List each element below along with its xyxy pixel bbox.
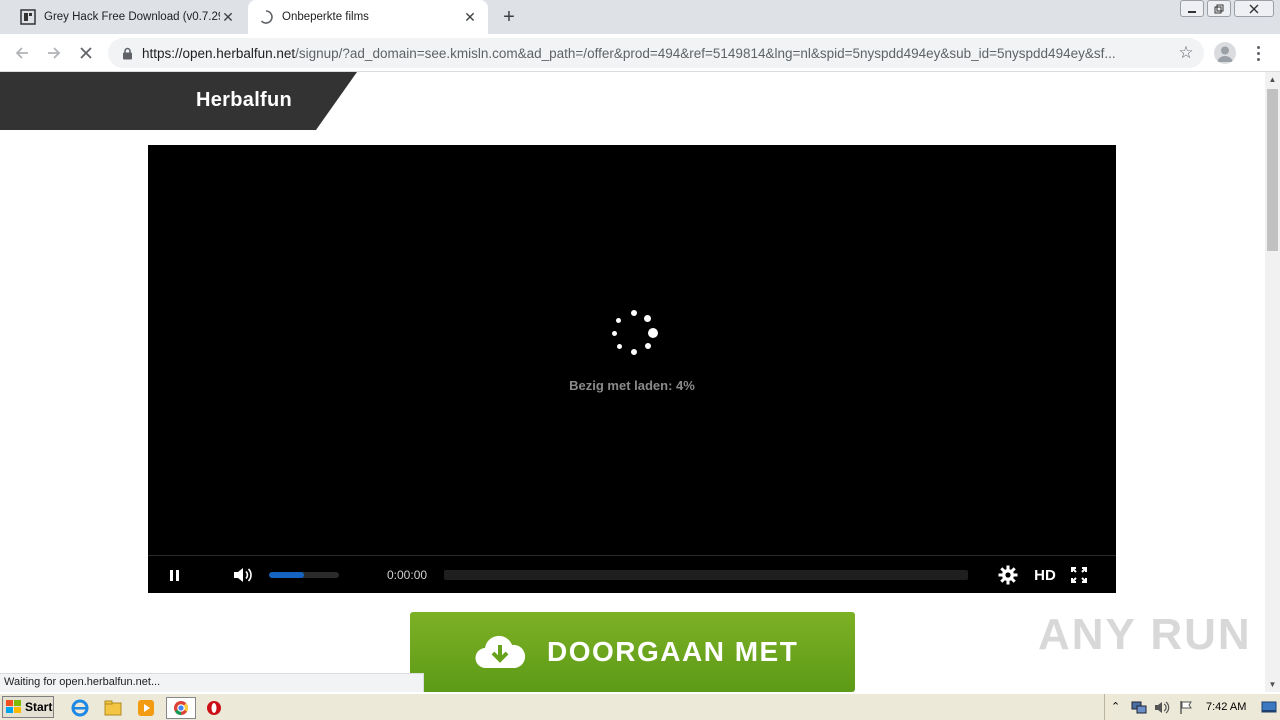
brand-logo-text[interactable]: Herbalfun [196, 89, 292, 112]
page-content: Herbalfun Bezig met laden: 4% 0:00:00 HD [0, 72, 1265, 692]
scroll-up-arrow-icon[interactable]: ▲ [1265, 72, 1280, 87]
status-bubble: Waiting for open.herbalfun.net... [0, 673, 424, 692]
stop-loading-icon[interactable] [74, 41, 98, 65]
browser-toolbar: https://open.herbalfun.net/signup/?ad_do… [0, 34, 1280, 72]
new-tab-button[interactable]: + [498, 6, 520, 28]
browser-menu-icon[interactable] [1250, 42, 1266, 64]
window-controls [1177, 0, 1280, 20]
seek-bar[interactable] [444, 570, 968, 580]
scroll-down-arrow-icon[interactable]: ▼ [1265, 677, 1280, 692]
start-button[interactable]: Start [2, 696, 54, 718]
windows-taskbar: Start ⌃ 7:42 AM [0, 693, 1280, 720]
windows-logo-icon [6, 700, 22, 714]
tab-grey-hack[interactable]: Grey Hack Free Download (v0.7.290 ✕ [10, 0, 246, 34]
url-host: https://open.herbalfun.net [142, 45, 296, 61]
tab-onbeperkte-films[interactable]: Onbeperkte films ✕ [248, 0, 488, 34]
loading-status-text: Bezig met laden: 4% [569, 378, 695, 393]
taskbar-clock: 7:42 AM [1206, 701, 1247, 713]
file-explorer-icon[interactable] [103, 698, 123, 718]
close-window-button[interactable] [1234, 0, 1274, 17]
video-player[interactable]: Bezig met laden: 4% 0:00:00 HD [148, 145, 1116, 593]
scrollbar-thumb[interactable] [1267, 89, 1278, 251]
minimize-button[interactable] [1180, 0, 1204, 17]
start-label: Start [25, 700, 53, 714]
vertical-scrollbar[interactable]: ▲ ▼ [1265, 72, 1280, 692]
playback-time: 0:00:00 [387, 568, 428, 582]
pause-icon[interactable] [166, 567, 182, 583]
network-icon[interactable] [1131, 700, 1147, 718]
chrome-taskbar-button[interactable] [166, 697, 196, 719]
profile-avatar-icon[interactable] [1214, 42, 1236, 64]
volume-level [269, 572, 304, 578]
site-favicon-icon [20, 9, 36, 25]
internet-explorer-icon[interactable] [70, 698, 90, 718]
address-bar[interactable]: https://open.herbalfun.net/signup/?ad_do… [108, 38, 1204, 68]
continue-button-label: DOORGAAN MET [547, 636, 799, 667]
bookmark-star-icon[interactable]: ☆ [1176, 43, 1196, 63]
volume-slider[interactable] [269, 572, 339, 578]
tab-close-icon[interactable]: ✕ [462, 9, 478, 25]
tab-title: Onbeperkte films [282, 11, 369, 23]
tray-expand-icon[interactable]: ⌃ [1111, 700, 1120, 713]
hd-quality-button[interactable]: HD [1030, 565, 1060, 585]
lock-icon [120, 46, 134, 60]
restore-button[interactable] [1207, 0, 1231, 17]
loading-spinner-icon [258, 9, 274, 25]
settings-gear-icon[interactable] [997, 564, 1019, 586]
url-path: /signup/?ad_domain=see.kmisln.com&ad_pat… [295, 45, 1116, 61]
action-center-flag-icon[interactable] [1179, 700, 1193, 718]
fullscreen-icon[interactable] [1069, 565, 1089, 585]
show-desktop-icon[interactable] [1261, 701, 1277, 717]
continue-button[interactable]: DOORGAAN MET [410, 612, 855, 692]
anyrun-watermark: ANY RUN [1038, 610, 1252, 660]
watermark-text: ANY RUN [1038, 610, 1252, 659]
url-text: https://open.herbalfun.net/signup/?ad_do… [142, 46, 1172, 61]
volume-tray-icon[interactable] [1154, 700, 1170, 718]
tab-strip: Grey Hack Free Download (v0.7.290 ✕ Onbe… [0, 0, 1280, 34]
system-tray: ⌃ [1104, 694, 1280, 720]
player-controls: 0:00:00 HD [148, 555, 1116, 593]
volume-icon[interactable] [232, 566, 254, 584]
tab-close-icon[interactable]: ✕ [220, 9, 236, 25]
back-arrow-icon[interactable] [10, 41, 34, 65]
forward-arrow-icon[interactable] [42, 41, 66, 65]
brand-header [0, 72, 357, 130]
loading-spinner-icon [610, 310, 660, 360]
media-player-icon[interactable] [136, 698, 156, 718]
tab-title: Grey Hack Free Download (v0.7.290 [44, 11, 220, 23]
opera-icon[interactable] [204, 698, 224, 718]
cloud-download-icon [474, 634, 526, 670]
